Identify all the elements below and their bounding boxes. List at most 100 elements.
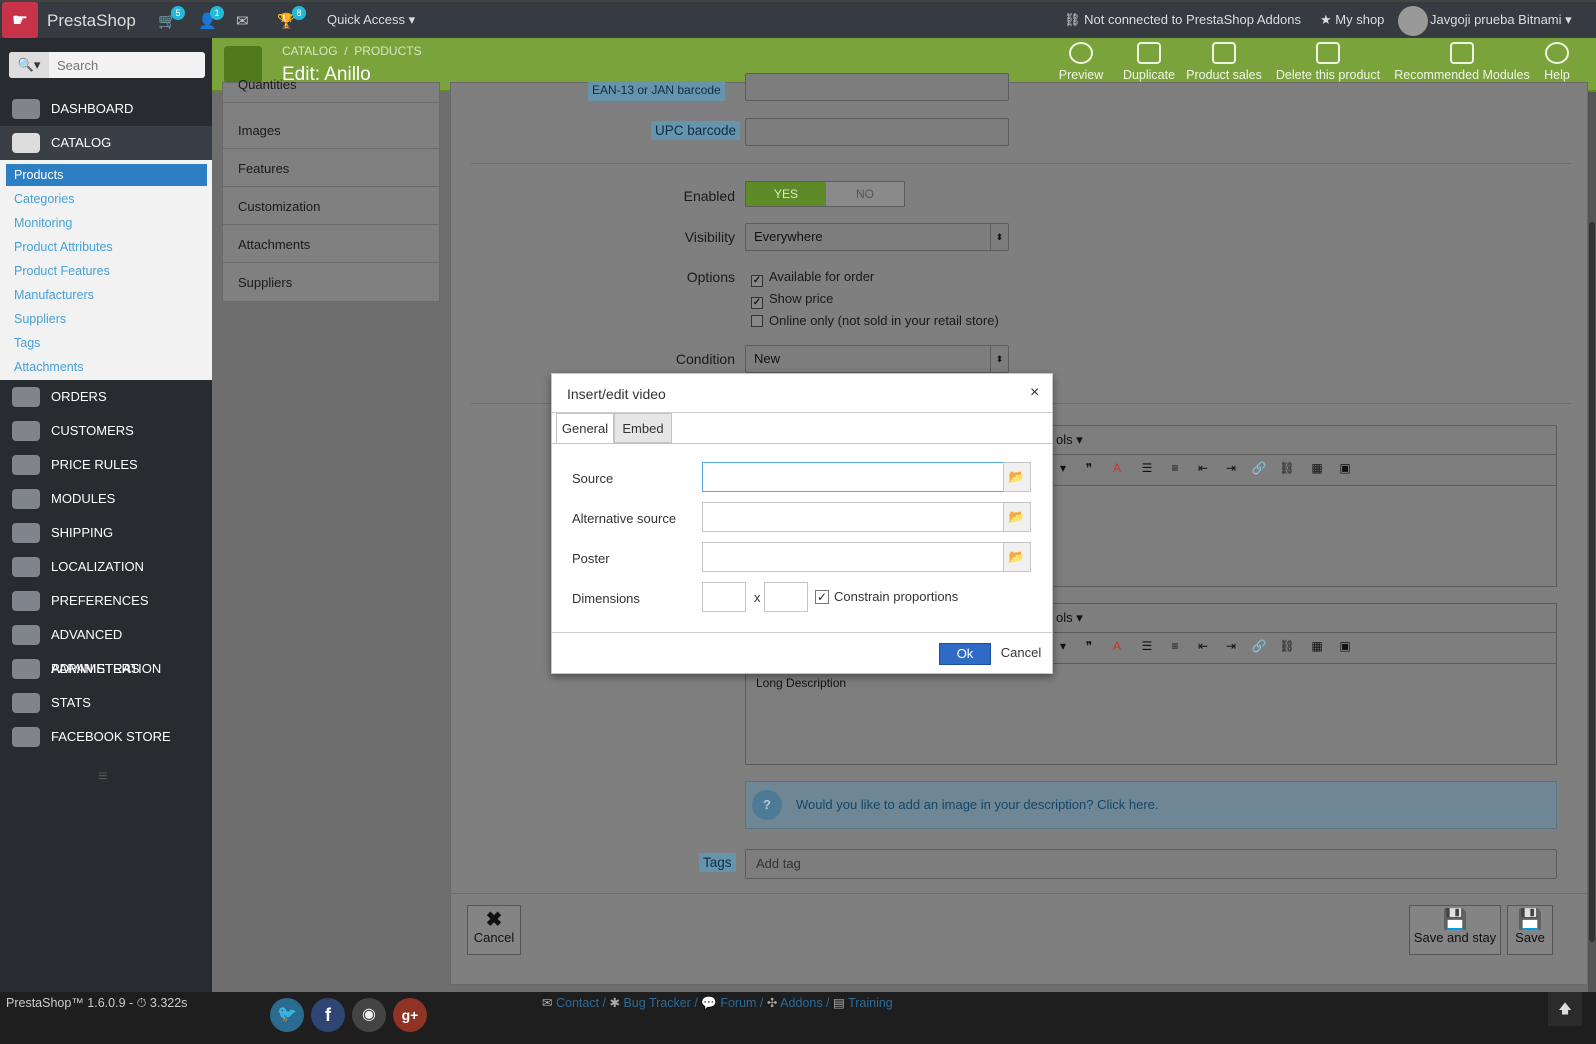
- visibility-select[interactable]: Everywhere ⬍: [745, 223, 1009, 251]
- text-color-icon[interactable]: A: [1106, 461, 1128, 481]
- scrollbar-thumb[interactable]: [1589, 222, 1595, 942]
- training-link[interactable]: Training: [848, 996, 893, 1010]
- addons-link[interactable]: Addons /: [780, 996, 829, 1010]
- online-only-checkbox[interactable]: Online only (not sold in your retail sto…: [751, 313, 999, 328]
- video-icon[interactable]: ▦: [1306, 461, 1328, 481]
- tab-suppliers[interactable]: Suppliers: [223, 263, 439, 301]
- alternative-source-input[interactable]: [702, 502, 1004, 532]
- submenu-categories[interactable]: Categories: [14, 192, 74, 206]
- nav-orders[interactable]: ORDERS: [0, 380, 212, 414]
- numbered-list-icon[interactable]: ≡: [1164, 639, 1186, 659]
- search-icon[interactable]: 🔍▾: [9, 52, 49, 78]
- delete-product-button[interactable]: Delete this product: [1268, 42, 1388, 82]
- submenu-attachments[interactable]: Attachments: [14, 360, 83, 374]
- unlink-icon[interactable]: ⛓: [1276, 461, 1298, 481]
- dropdown-arrow-icon[interactable]: ▾: [1052, 639, 1074, 659]
- image-icon[interactable]: ▣: [1334, 461, 1356, 481]
- tab-embed[interactable]: Embed: [614, 413, 672, 443]
- condition-select[interactable]: New ⬍: [745, 345, 1009, 373]
- indent-icon[interactable]: ⇥: [1220, 639, 1242, 659]
- save-button[interactable]: 💾 Save: [1507, 905, 1553, 955]
- source-input[interactable]: [702, 462, 1004, 492]
- nav-facebook-store[interactable]: FACEBOOK STORE: [0, 720, 212, 754]
- tags-input[interactable]: Add tag: [745, 849, 1557, 879]
- user-menu[interactable]: Javgoji prueba Bitnami ▾: [1430, 12, 1572, 28]
- tools-menu[interactable]: ols ▾: [1056, 610, 1083, 626]
- tools-menu[interactable]: ols ▾: [1056, 432, 1083, 448]
- help-button[interactable]: Help: [1535, 42, 1579, 82]
- save-and-stay-button[interactable]: 💾 Save and stay: [1409, 905, 1501, 955]
- collapse-menu-icon[interactable]: ≡: [98, 768, 107, 786]
- avatar[interactable]: [1398, 6, 1428, 36]
- bullet-list-icon[interactable]: ☰: [1136, 461, 1158, 481]
- scrollbar[interactable]: [1588, 92, 1596, 992]
- toggle-yes[interactable]: YES: [746, 182, 826, 206]
- tab-general[interactable]: General: [556, 413, 614, 444]
- duplicate-button[interactable]: Duplicate: [1117, 42, 1181, 82]
- twitter-icon[interactable]: 🐦: [270, 998, 304, 1032]
- nav-shipping[interactable]: SHIPPING: [0, 516, 212, 550]
- recommended-modules-button[interactable]: Recommended Modules: [1388, 42, 1536, 82]
- nav-dashboard[interactable]: DASHBOARD: [0, 92, 212, 126]
- blockquote-icon[interactable]: ❞: [1078, 639, 1100, 659]
- prestashop-logo-icon[interactable]: ☛: [2, 2, 38, 38]
- nav-advanced-parameters[interactable]: ADVANCED PARAMETERS: [0, 618, 212, 676]
- nav-catalog[interactable]: CATALOG: [0, 126, 212, 160]
- image-hint-link[interactable]: Would you like to add an image in your d…: [796, 797, 1159, 812]
- blockquote-icon[interactable]: ❞: [1078, 461, 1100, 481]
- outdent-icon[interactable]: ⇤: [1192, 461, 1214, 481]
- link-icon[interactable]: 🔗: [1248, 461, 1270, 481]
- nav-localization[interactable]: LOCALIZATION: [0, 550, 212, 584]
- tab-images[interactable]: Images: [223, 111, 439, 149]
- search-input[interactable]: [51, 52, 201, 78]
- brand-name[interactable]: PrestaShop: [47, 11, 136, 31]
- unlink-icon[interactable]: ⛓: [1276, 639, 1298, 659]
- nav-administration[interactable]: ADMINISTRATION: [0, 652, 212, 686]
- toggle-no[interactable]: NO: [826, 182, 904, 206]
- submenu-tags[interactable]: Tags: [14, 336, 40, 350]
- poster-browse-folder-icon[interactable]: 📂: [1003, 542, 1031, 572]
- addons-status[interactable]: ⛓ Not connected to PrestaShop Addons: [1064, 12, 1301, 28]
- breadcrumb-products[interactable]: PRODUCTS: [354, 44, 421, 58]
- width-input[interactable]: [702, 582, 746, 612]
- bullet-list-icon[interactable]: ☰: [1136, 639, 1158, 659]
- preview-button[interactable]: Preview: [1054, 42, 1108, 82]
- close-icon[interactable]: ×: [1030, 384, 1039, 402]
- available-for-order-checkbox[interactable]: ✓ Available for order: [751, 269, 874, 287]
- breadcrumb-catalog[interactable]: CATALOG: [282, 44, 338, 58]
- submenu-product-features[interactable]: Product Features: [14, 264, 110, 278]
- constrain-proportions-checkbox[interactable]: ✓: [815, 590, 829, 604]
- ean-field[interactable]: [745, 73, 1009, 101]
- nav-customers[interactable]: CUSTOMERS: [0, 414, 212, 448]
- messages-icon[interactable]: ✉: [236, 12, 249, 30]
- outdent-icon[interactable]: ⇤: [1192, 639, 1214, 659]
- google-plus-icon[interactable]: g+: [393, 998, 427, 1032]
- cancel-button[interactable]: ✖ Cancel: [467, 905, 521, 955]
- product-sales-button[interactable]: Product sales: [1177, 42, 1271, 82]
- nav-stats[interactable]: STATS: [0, 686, 212, 720]
- indent-icon[interactable]: ⇥: [1220, 461, 1242, 481]
- show-price-checkbox[interactable]: ✓ Show price: [751, 291, 833, 309]
- submenu-products[interactable]: Products: [6, 164, 207, 186]
- dropdown-arrow-icon[interactable]: ▾: [1052, 461, 1074, 481]
- submenu-monitoring[interactable]: Monitoring: [14, 216, 72, 230]
- tab-customization[interactable]: Customization: [223, 187, 439, 225]
- contact-link[interactable]: Contact /: [556, 996, 606, 1010]
- source-browse-folder-icon[interactable]: 📂: [1003, 462, 1031, 492]
- submenu-manufacturers[interactable]: Manufacturers: [14, 288, 94, 302]
- upc-field[interactable]: [745, 118, 1009, 146]
- forum-link[interactable]: Forum /: [720, 996, 763, 1010]
- alternative-source-browse-folder-icon[interactable]: 📂: [1003, 502, 1031, 532]
- my-shop-link[interactable]: ★ My shop: [1320, 12, 1384, 28]
- scroll-top-button[interactable]: 🡅: [1548, 992, 1582, 1026]
- link-icon[interactable]: 🔗: [1248, 639, 1270, 659]
- tab-quantities[interactable]: Quantities: [223, 75, 439, 103]
- enabled-toggle[interactable]: YES NO: [745, 181, 905, 207]
- facebook-icon[interactable]: f: [311, 998, 345, 1032]
- video-icon[interactable]: ▦: [1306, 639, 1328, 659]
- nav-modules[interactable]: MODULES: [0, 482, 212, 516]
- ok-button[interactable]: Ok: [939, 643, 991, 665]
- github-icon[interactable]: ◉: [352, 998, 386, 1032]
- image-icon[interactable]: ▣: [1334, 639, 1356, 659]
- quick-access-menu[interactable]: Quick Access ▾: [327, 12, 415, 28]
